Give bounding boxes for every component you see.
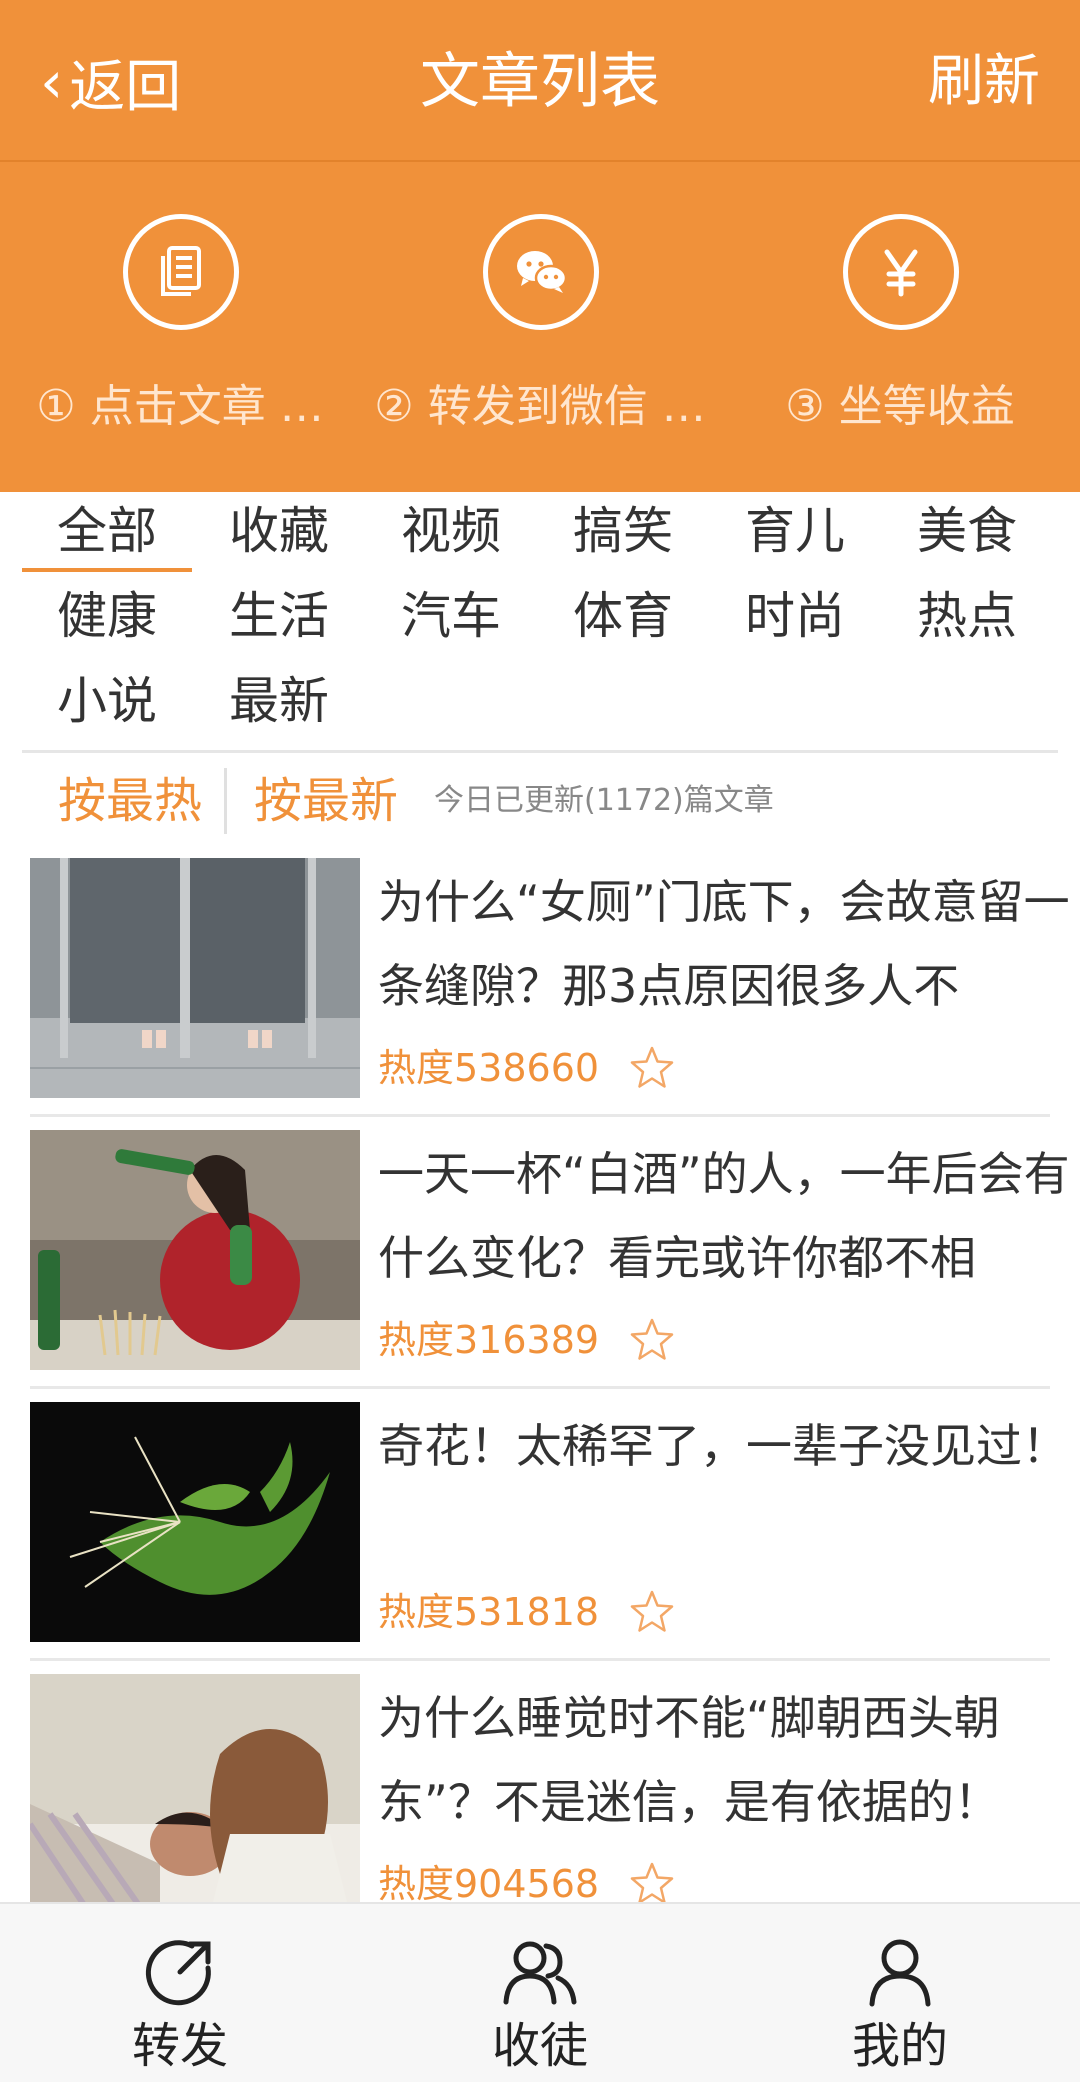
article-title: 奇花！太稀罕了，一辈子没见过！ — [378, 1419, 1068, 1473]
update-count-text: 今日已更新(1172)篇文章 — [434, 783, 774, 818]
document-icon — [123, 214, 239, 330]
tab-fashion[interactable]: 时尚 — [710, 575, 880, 657]
bottom-nav: 转发 收徒 我的 — [0, 1902, 1080, 2082]
step-read-article: ① 点击文章 … — [0, 162, 360, 492]
share-icon — [145, 1940, 211, 2006]
article-thumbnail — [30, 1674, 360, 1914]
tab-funny[interactable]: 搞笑 — [538, 490, 708, 572]
divider — [30, 1386, 1050, 1389]
top-bar: ‹ 返回 文章列表 刷新 — [0, 0, 1080, 160]
tab-all[interactable]: 全部 — [22, 490, 192, 572]
tab-hot[interactable]: 热点 — [882, 575, 1052, 657]
nav-profile[interactable]: 我的 — [720, 1904, 1080, 2082]
tab-latest[interactable]: 最新 — [194, 660, 364, 742]
tab-video[interactable]: 视频 — [366, 490, 536, 572]
step-label: ② 转发到微信 … — [374, 381, 706, 432]
yen-icon — [843, 214, 959, 330]
nav-recruit[interactable]: 收徒 — [360, 1904, 720, 2082]
tab-food[interactable]: 美食 — [882, 490, 1052, 572]
wechat-icon — [483, 214, 599, 330]
user-icon — [869, 1939, 931, 2007]
tab-health[interactable]: 健康 — [22, 575, 192, 657]
article-title: 一天一杯“白酒”的人，一年后会有什么变化？看完或许你都不相 — [378, 1147, 1070, 1285]
tab-favorites[interactable]: 收藏 — [194, 490, 364, 572]
divider — [224, 768, 227, 834]
article-thumbnail — [30, 858, 360, 1098]
article-thumbnail — [30, 1130, 360, 1370]
page-title: 文章列表 — [420, 47, 660, 117]
sort-by-new-button[interactable]: 按最新 — [254, 760, 398, 842]
users-icon — [503, 1941, 577, 2005]
nav-label: 转发 — [131, 2018, 228, 2074]
category-tabs: 全部 收藏 视频 搞笑 育儿 美食 健康 生活 汽车 体育 时尚 热点 小说 最… — [22, 490, 1058, 753]
heat-count: 热度316389 — [378, 1318, 600, 1362]
article-thumbnail — [30, 1402, 360, 1642]
tab-novel[interactable]: 小说 — [22, 660, 192, 742]
step-earn: ③ 坐等收益 — [720, 162, 1080, 492]
tab-life[interactable]: 生活 — [194, 575, 364, 657]
step-label: ① 点击文章 … — [36, 381, 324, 432]
tab-sports[interactable]: 体育 — [538, 575, 708, 657]
article-title: 为什么“女厕”门底下，会故意留一条缝隙？那3点原因很多人不 — [378, 875, 1070, 1013]
article-title: 为什么睡觉时不能“脚朝西头朝东”？不是迷信，是有依据的！ — [378, 1691, 1000, 1829]
star-icon[interactable] — [628, 1588, 676, 1636]
article-item[interactable]: 为什么“女厕”门底下，会故意留一条缝隙？那3点原因很多人不 热度538660 — [30, 858, 1070, 1130]
nav-share[interactable]: 转发 — [0, 1904, 360, 2082]
star-icon[interactable] — [628, 1860, 676, 1908]
heat-count: 热度538660 — [378, 1046, 600, 1090]
sort-bar: 按最热 按最新 今日已更新(1172)篇文章 — [22, 760, 1058, 842]
refresh-button[interactable]: 刷新 — [928, 42, 1040, 122]
article-item[interactable]: 一天一杯“白酒”的人，一年后会有什么变化？看完或许你都不相 热度316389 — [30, 1130, 1070, 1402]
step-share-wechat: ② 转发到微信 … — [360, 162, 720, 492]
heat-count: 热度531818 — [378, 1590, 600, 1634]
star-icon[interactable] — [628, 1044, 676, 1092]
divider — [30, 1658, 1050, 1661]
steps-banner: ① 点击文章 … ② 转发到微信 … ③ 坐等收益 — [0, 160, 1080, 492]
tab-parenting[interactable]: 育儿 — [710, 490, 880, 572]
step-label: ③ 坐等收益 — [785, 381, 1015, 432]
article-item[interactable]: 奇花！太稀罕了，一辈子没见过！ 热度531818 — [30, 1402, 1068, 1674]
divider — [30, 1114, 1050, 1117]
tab-cars[interactable]: 汽车 — [366, 575, 536, 657]
sort-by-hot-button[interactable]: 按最热 — [58, 760, 202, 842]
nav-label: 我的 — [851, 2018, 948, 2074]
star-icon[interactable] — [628, 1316, 676, 1364]
nav-label: 收徒 — [491, 2018, 588, 2074]
